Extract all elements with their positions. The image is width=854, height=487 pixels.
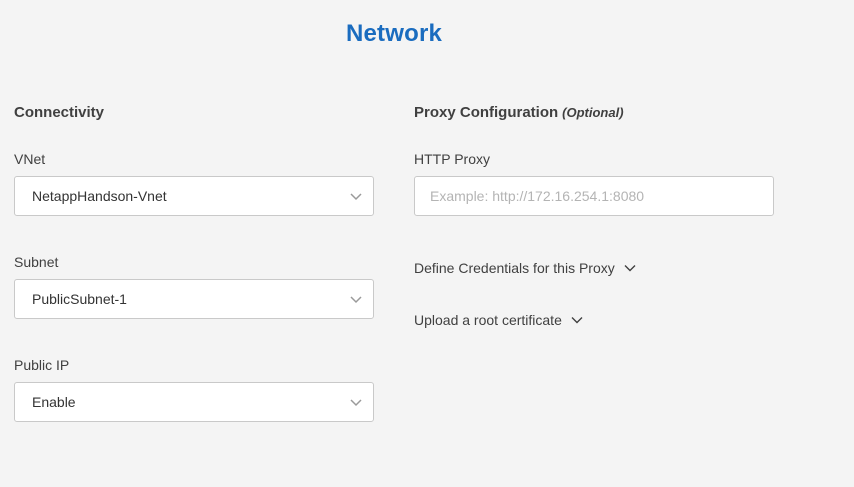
http-proxy-input[interactable] (414, 176, 774, 216)
chevron-down-icon (571, 317, 583, 324)
chevron-down-icon (624, 265, 636, 272)
proxy-heading-text: Proxy Configuration (414, 104, 559, 121)
chevron-down-icon (350, 399, 362, 407)
define-credentials-toggle[interactable]: Define Credentials for this Proxy (414, 260, 636, 276)
define-credentials-label: Define Credentials for this Proxy (414, 260, 615, 276)
connectivity-heading: Connectivity (14, 104, 105, 121)
public-ip-select-value: Enable (32, 394, 76, 410)
vnet-select-value: NetappHandson-Vnet (32, 188, 167, 204)
vnet-select[interactable]: NetappHandson-Vnet (14, 176, 374, 216)
chevron-down-icon (350, 193, 362, 201)
upload-root-certificate-toggle[interactable]: Upload a root certificate (414, 312, 583, 328)
vnet-label: VNet (14, 151, 46, 167)
page-title: Network (345, 20, 443, 47)
network-page: Network Connectivity VNet NetappHandson-… (0, 0, 854, 487)
subnet-select-value: PublicSubnet-1 (32, 291, 127, 307)
http-proxy-label: HTTP Proxy (414, 151, 490, 167)
optional-tag: (Optional) (562, 105, 624, 120)
public-ip-select[interactable]: Enable (14, 382, 374, 422)
public-ip-label: Public IP (14, 357, 70, 373)
subnet-label: Subnet (14, 254, 59, 270)
subnet-select[interactable]: PublicSubnet-1 (14, 279, 374, 319)
proxy-configuration-heading: Proxy Configuration (Optional) (414, 104, 624, 121)
chevron-down-icon (350, 296, 362, 304)
upload-root-certificate-label: Upload a root certificate (414, 312, 562, 328)
